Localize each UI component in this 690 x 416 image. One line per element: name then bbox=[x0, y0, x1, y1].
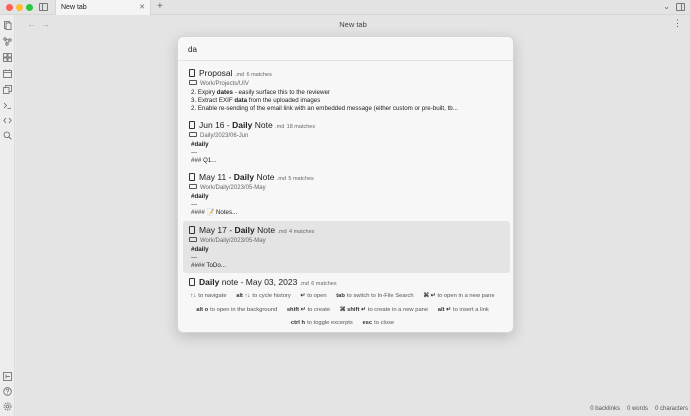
result-match-count: 4 matches bbox=[289, 229, 315, 235]
omnisearch-modal: Proposal .md 6 matches Work/Projects/UIV… bbox=[177, 36, 514, 333]
result-match-count: 6 matches bbox=[246, 72, 272, 78]
result-match-count: 5 matches bbox=[288, 176, 314, 182]
result-extension: .md bbox=[299, 281, 309, 287]
result-extension: .md bbox=[275, 124, 285, 130]
copy-icon[interactable] bbox=[3, 85, 12, 94]
keyboard-hints: ↑↓ to navigate alt ↑↓ to cycle history ↵ to… bbox=[178, 290, 513, 332]
result-extension: .md bbox=[276, 176, 286, 182]
result-item[interactable]: Jun 16 - Daily Note .md 18 matches Daily… bbox=[183, 116, 510, 168]
backlinks-count[interactable]: 0 backlinks bbox=[590, 406, 620, 416]
hint-row: alt o to open in the background shift ↵ to… bbox=[196, 307, 489, 313]
result-match-count: 6 matches bbox=[311, 281, 337, 287]
result-path: Work/Daily/2023/05-May bbox=[189, 184, 266, 191]
result-item[interactable]: Daily note - May 03, 2023 .md 6 matches bbox=[183, 273, 510, 290]
settings-icon[interactable] bbox=[3, 402, 12, 411]
excerpt-line: 3. Extract EXIF data from the uploaded i… bbox=[191, 97, 321, 104]
excerpt-line: --- bbox=[191, 201, 198, 208]
file-icon bbox=[189, 69, 195, 77]
result-path: Daily/2023/06-Jun bbox=[189, 132, 248, 139]
files-icon[interactable] bbox=[3, 21, 12, 30]
excerpt-line: ### Q1... bbox=[191, 157, 217, 164]
excerpt-line: #daily bbox=[191, 246, 209, 253]
right-sidebar-toggle-icon[interactable] bbox=[676, 3, 685, 11]
search-input[interactable] bbox=[188, 43, 498, 56]
page-title: New tab bbox=[339, 20, 367, 29]
folder-icon bbox=[189, 80, 197, 85]
result-item[interactable]: Proposal .md 6 matches Work/Projects/UIV… bbox=[183, 64, 510, 116]
result-excerpt: 2. Expiry dates - easily surface this to… bbox=[191, 89, 458, 113]
result-excerpt: #daily --- #### 📝 Notes... bbox=[191, 193, 237, 217]
folder-icon bbox=[189, 132, 197, 137]
word-count: 0 words bbox=[626, 406, 648, 412]
hint-row: ctrl h to toggle excerpts esc to close bbox=[290, 320, 395, 326]
excerpt-line: 2. Enable re-sending of the email link w… bbox=[191, 105, 458, 112]
code-icon[interactable] bbox=[3, 116, 12, 125]
tab-new-tab[interactable]: New tab ✕ bbox=[55, 0, 151, 15]
close-window-button[interactable] bbox=[6, 4, 13, 11]
result-excerpt: #daily --- ### Q1... bbox=[191, 141, 216, 165]
maximize-window-button[interactable] bbox=[26, 4, 33, 11]
excerpt-line: #daily bbox=[191, 141, 209, 148]
file-icon bbox=[189, 173, 195, 181]
result-extension: .md bbox=[234, 72, 245, 78]
character-count: 0 characters bbox=[654, 406, 688, 412]
result-match-count: 18 matches bbox=[286, 124, 316, 130]
result-title: May 11 - Daily Note .md 5 matches bbox=[189, 172, 314, 182]
result-title: May 17 - Daily Note .md 4 matches bbox=[189, 225, 314, 235]
chevron-down-icon[interactable]: ⌄ bbox=[663, 2, 670, 11]
search-box bbox=[178, 37, 513, 61]
help-icon[interactable] bbox=[3, 387, 12, 396]
sidebar-toggle-icon[interactable] bbox=[3, 372, 12, 381]
left-ribbon bbox=[0, 15, 15, 416]
result-title: Proposal .md 6 matches bbox=[189, 68, 272, 78]
file-icon bbox=[189, 121, 195, 129]
minimize-window-button[interactable] bbox=[16, 4, 23, 11]
result-item-selected[interactable]: May 17 - Daily Note .md 4 matches Work/D… bbox=[183, 221, 510, 273]
excerpt-line: 2. Expiry dates - easily surface this to… bbox=[191, 89, 330, 96]
close-icon[interactable]: ✕ bbox=[139, 3, 145, 11]
calendar-icon[interactable] bbox=[3, 69, 12, 78]
more-options-icon[interactable]: ⋮ bbox=[673, 18, 682, 29]
result-item[interactable]: May 11 - Daily Note .md 5 matches Work/D… bbox=[183, 168, 510, 220]
result-path: Work/Projects/UIV bbox=[189, 80, 249, 87]
new-tab-button[interactable]: + bbox=[157, 1, 163, 12]
excerpt-line: --- bbox=[191, 254, 198, 261]
search-icon[interactable] bbox=[3, 131, 12, 140]
excerpt-line: #daily bbox=[191, 193, 209, 200]
terminal-icon[interactable] bbox=[3, 101, 12, 110]
result-extension: .md bbox=[277, 229, 287, 235]
result-excerpt: #daily --- #### ToDo... bbox=[191, 246, 226, 270]
results-list: Proposal .md 6 matches Work/Projects/UIV… bbox=[183, 64, 510, 290]
file-icon bbox=[189, 226, 195, 234]
title-bar: New tab ✕ + ⌄ bbox=[0, 0, 690, 15]
graph-icon[interactable] bbox=[3, 37, 12, 46]
left-sidebar-toggle-icon[interactable] bbox=[39, 3, 48, 11]
status-bar: 0 backlinks 0 words 0 characters bbox=[590, 406, 688, 416]
folder-icon bbox=[189, 184, 197, 189]
canvas-icon[interactable] bbox=[3, 53, 12, 62]
tab-label: New tab bbox=[61, 4, 87, 11]
result-title: Daily note - May 03, 2023 .md 6 matches bbox=[189, 277, 337, 287]
file-icon bbox=[189, 278, 195, 286]
result-title: Jun 16 - Daily Note .md 18 matches bbox=[189, 120, 315, 130]
excerpt-line: #### 📝 Notes... bbox=[191, 209, 238, 216]
view-header: ← → New tab ⋮ bbox=[16, 15, 690, 35]
hint-row: ↑↓ to navigate alt ↑↓ to cycle history ↵ to… bbox=[190, 293, 495, 299]
result-path: Work/Daily/2023/05-May bbox=[189, 237, 266, 244]
excerpt-line: --- bbox=[191, 149, 198, 156]
folder-icon bbox=[189, 237, 197, 242]
excerpt-line: #### ToDo... bbox=[191, 262, 226, 269]
